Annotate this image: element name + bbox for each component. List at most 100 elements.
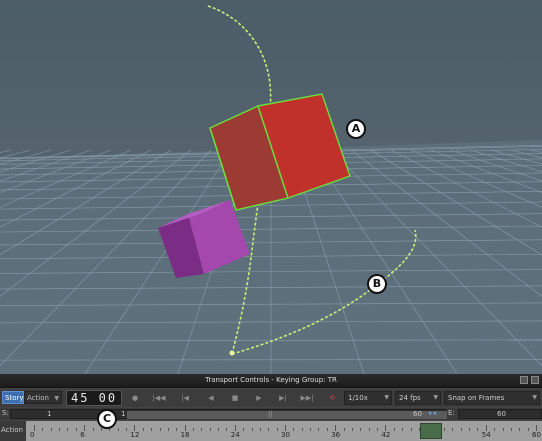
record-icon[interactable]: ●: [128, 392, 142, 404]
minimize-button[interactable]: [520, 376, 528, 384]
chevron-down-icon: ▼: [433, 394, 438, 401]
next-key-icon[interactable]: ▶|: [276, 392, 290, 404]
ruler-tick: [50, 428, 52, 431]
prev-key-icon[interactable]: |◀: [178, 392, 192, 404]
callout-c: C: [97, 409, 117, 429]
start-label: S:: [2, 409, 9, 417]
ruler-tick: [209, 428, 211, 431]
ruler-label: 60: [532, 431, 541, 439]
timeline-label: Action: [1, 426, 23, 434]
ruler-tick: [218, 428, 220, 431]
transport-title: Transport Controls - Keying Group: TR: [205, 376, 337, 384]
ruler-tick: [318, 428, 320, 431]
ruler-tick: [293, 428, 295, 431]
ruler-tick: [351, 428, 353, 431]
ruler-tick: [192, 428, 194, 431]
ruler-tick: [276, 428, 278, 431]
range-end-value: 60: [413, 410, 422, 418]
end-value: 60: [497, 410, 506, 418]
play-icon[interactable]: ▶: [252, 392, 266, 404]
ruler-tick: [502, 428, 504, 431]
ruler-label: 24: [230, 431, 240, 439]
ruler-label: 36: [331, 431, 341, 439]
ruler-tick: [176, 428, 178, 431]
start-value: 1: [47, 410, 52, 418]
snap-select[interactable]: Snap on Frames ▼: [444, 391, 540, 405]
ruler-tick: [100, 428, 102, 431]
range-slider[interactable]: 1 1 || 60 ▸◂: [10, 409, 447, 419]
range-start-value: 1: [121, 410, 126, 418]
chevron-down-icon: ▼: [532, 394, 537, 401]
ruler-tick: [469, 428, 471, 431]
range-arrows-icon[interactable]: ▸◂: [429, 409, 436, 417]
frame-counter[interactable]: 45 00: [66, 390, 122, 406]
ruler-tick: [251, 428, 253, 431]
timeline-row: Action 06121824303642485460: [0, 421, 542, 441]
ruler-label: 54: [481, 431, 491, 439]
keyframe-point[interactable]: [229, 350, 235, 356]
stop-icon[interactable]: ■: [228, 392, 242, 404]
ruler-tick: [142, 428, 144, 431]
3d-viewport[interactable]: A B: [0, 0, 542, 374]
ruler-label: 12: [130, 431, 140, 439]
ruler-tick: [67, 428, 69, 431]
ruler-tick: [126, 428, 128, 431]
ruler-label: 30: [281, 431, 290, 439]
ruler-label: 0: [30, 431, 35, 439]
ruler-tick: [201, 428, 203, 431]
transport-title-bar: Transport Controls - Keying Group: TR: [0, 374, 542, 388]
speed-value: 1/10x: [348, 394, 368, 402]
range-slider-bar[interactable]: [127, 411, 447, 419]
ruler-tick: [326, 428, 328, 431]
scene: [0, 5, 542, 374]
ruler-tick: [460, 428, 462, 431]
ruler-tick: [494, 428, 496, 431]
ruler-tick: [368, 428, 370, 431]
goto-start-icon[interactable]: |◀◀: [152, 392, 166, 404]
playhead[interactable]: [420, 423, 442, 439]
ruler-label: 42: [381, 431, 391, 439]
ruler-tick: [343, 428, 345, 431]
callout-a: A: [346, 119, 366, 139]
speed-select[interactable]: 1/10x ▼: [344, 391, 392, 405]
ruler-tick: [393, 428, 395, 431]
ruler-tick: [360, 428, 362, 431]
ruler-tick: [452, 428, 454, 431]
ruler-tick: [268, 428, 270, 431]
fps-select[interactable]: 24 fps ▼: [395, 391, 441, 405]
ruler-tick: [243, 428, 245, 431]
ruler-tick: [410, 428, 412, 431]
ruler-tick: [151, 428, 153, 431]
fps-value: 24 fps: [399, 394, 421, 402]
range-row: S: 1 1 || 60 ▸◂ E: 60: [0, 408, 542, 420]
snap-value: Snap on Frames: [448, 394, 505, 402]
slider-grip-icon[interactable]: ||: [268, 410, 273, 418]
ruler-tick: [75, 428, 77, 431]
tab-story[interactable]: Story: [2, 391, 24, 404]
ruler-tick: [259, 428, 261, 431]
ruler-tick: [92, 428, 94, 431]
transport-controls: Transport Controls - Keying Group: TR St…: [0, 374, 542, 441]
goto-end-icon[interactable]: ▶▶|: [300, 392, 314, 404]
ruler-label: 6: [80, 431, 85, 439]
ruler-tick: [527, 428, 529, 431]
end-label: E:: [448, 409, 455, 417]
close-button[interactable]: [531, 376, 539, 384]
loop-icon[interactable]: ⟲: [325, 392, 339, 404]
ruler-tick: [310, 428, 312, 431]
callout-b: B: [367, 274, 387, 294]
ruler-tick: [167, 428, 169, 431]
step-back-icon[interactable]: ◀: [204, 392, 218, 404]
ruler-tick: [42, 428, 44, 431]
ruler-tick: [301, 428, 303, 431]
tab-action[interactable]: Action ▼: [24, 391, 62, 404]
ruler-tick: [159, 428, 161, 431]
transport-toolbar: Story Action ▼ 45 00 ● |◀◀ |◀ ◀ ■ ▶ ▶| ▶…: [0, 389, 542, 407]
ruler-tick: [477, 428, 479, 431]
ruler-tick: [117, 428, 119, 431]
chevron-down-icon: ▼: [384, 394, 389, 401]
chevron-down-icon: ▼: [54, 395, 59, 402]
end-field[interactable]: 60: [458, 409, 542, 419]
ruler-tick: [519, 428, 521, 431]
ruler-tick: [377, 428, 379, 431]
